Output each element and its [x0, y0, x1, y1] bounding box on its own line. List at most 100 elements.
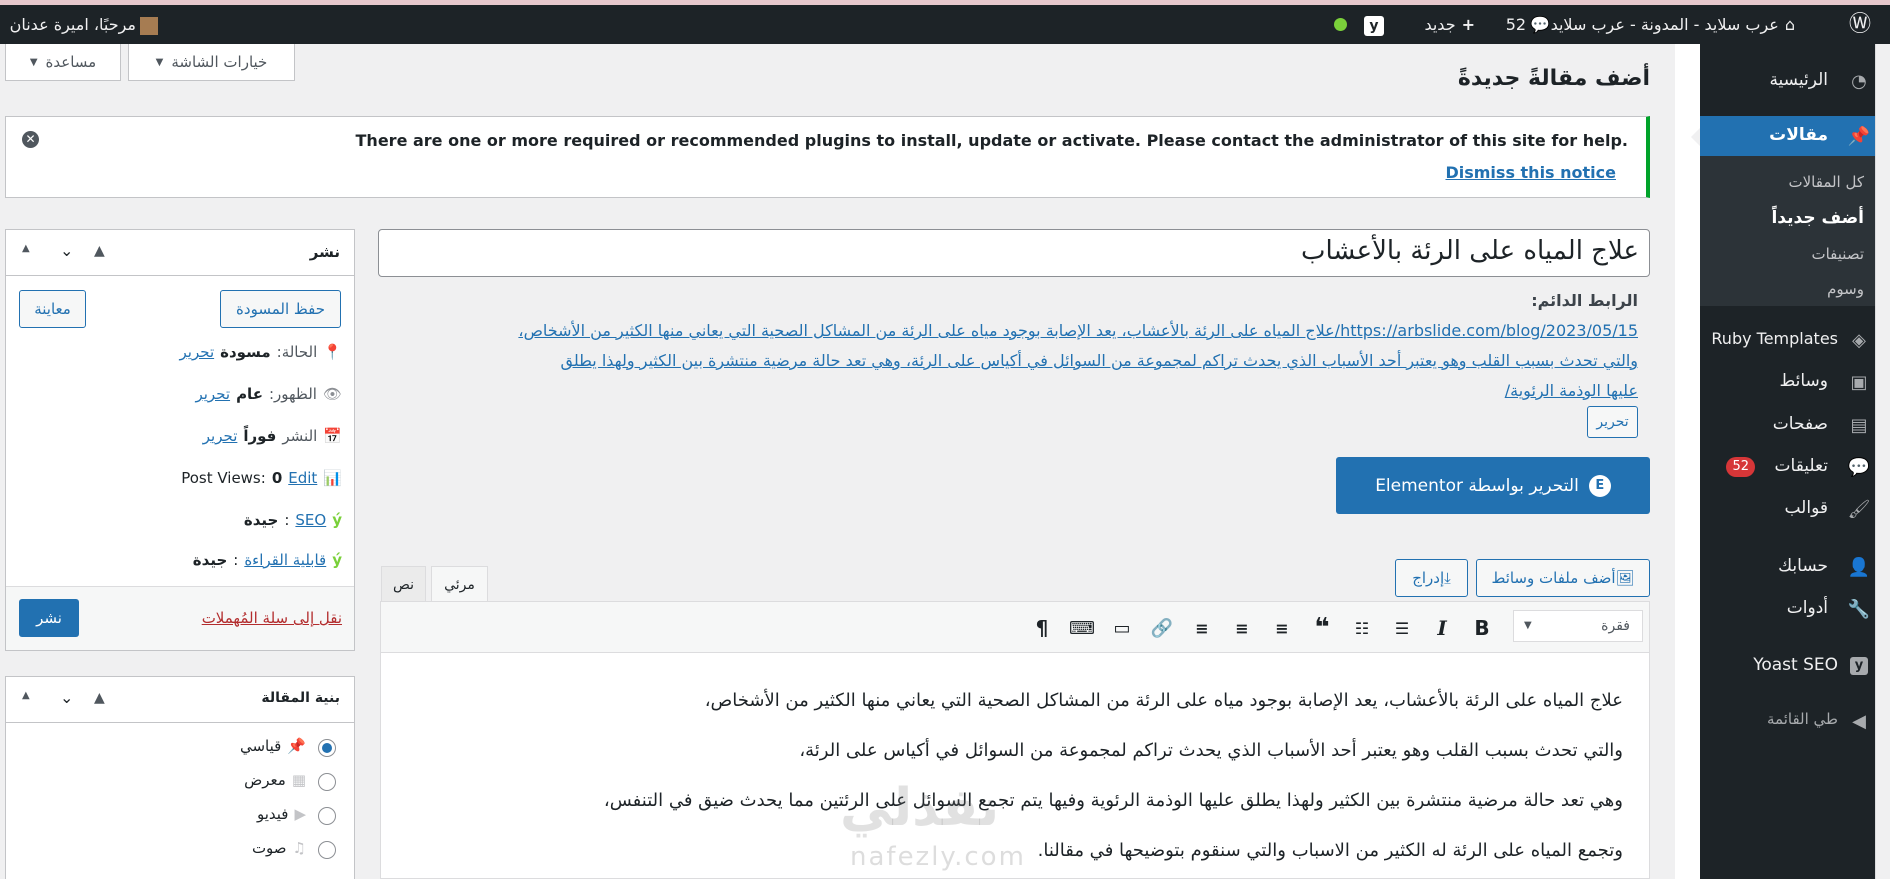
publish-button[interactable]: نشر: [19, 599, 79, 637]
move-up-icon[interactable]: ▲: [94, 690, 105, 706]
new-content-link[interactable]: +جديد: [1405, 5, 1475, 44]
chevron-down-icon[interactable]: ⌄: [60, 241, 73, 260]
tools-icon: 🔧: [1847, 598, 1871, 620]
publish-actions: نقل إلى سلة المُهملات نشر: [6, 586, 354, 650]
help-button[interactable]: مساعدة ▼: [5, 44, 121, 81]
watermark-logo: نفذلي: [840, 778, 1000, 838]
collapse-toggle-icon[interactable]: ▲: [22, 243, 30, 254]
permalink-link-line1[interactable]: https://arbslide.com/blog/2023/05/15/علا…: [518, 321, 1638, 340]
align-left-icon[interactable]: ≡: [1263, 606, 1301, 650]
gallery-icon: ▦: [291, 771, 306, 789]
menu-collapse[interactable]: ◀ طي القائمة: [1700, 701, 1890, 741]
menu-pages[interactable]: ▤ صفحات: [1700, 405, 1890, 445]
italic-icon[interactable]: I: [1423, 606, 1461, 650]
edit-permalink-button[interactable]: تحرير: [1587, 406, 1638, 438]
collapse-toggle-icon[interactable]: ▲: [22, 690, 30, 701]
menu-tools[interactable]: 🔧 أدوات: [1700, 589, 1890, 629]
site-name-link[interactable]: ⌂عرب سلايد - المدونة - عرب سلايد: [1551, 5, 1795, 44]
tab-text[interactable]: نص: [381, 566, 426, 602]
link-icon[interactable]: 🔗: [1143, 606, 1181, 650]
numbered-list-icon[interactable]: ☷: [1343, 606, 1381, 650]
pages-icon: ▤: [1850, 414, 1868, 436]
plus-icon: +: [1461, 15, 1475, 34]
format-video-radio[interactable]: [318, 807, 336, 825]
notice-text: There are one or more required or recomm…: [355, 131, 1628, 150]
pin-marker-icon: 📍: [323, 343, 342, 361]
content-paragraph-3: وهي تعد حالة مرضية منتشرة بين الكثير وله…: [603, 790, 1623, 811]
menu-comments[interactable]: 💬 تعليقات 52: [1700, 447, 1890, 487]
menu-yoast[interactable]: y Yoast SEO: [1700, 646, 1890, 686]
my-account-link[interactable]: مرحبًا، اميرة عدنان: [8, 5, 158, 44]
save-draft-button[interactable]: حفظ المسودة: [220, 290, 341, 328]
seo-status-dot: [1334, 18, 1347, 31]
format-gallery-label: ▦ معرض: [244, 771, 306, 789]
format-select[interactable]: فقرة ▼: [1513, 610, 1643, 642]
menu-appearance[interactable]: 🖌 قوالب: [1700, 489, 1890, 529]
post-views-row: 📊 Post Views: 0 Edit: [181, 469, 342, 487]
submenu-add-new[interactable]: أضف جديداً: [1771, 208, 1864, 228]
elementor-edit-button[interactable]: E التحرير بواسطة Elementor: [1336, 457, 1650, 514]
edit-visibility-link[interactable]: تحرير: [195, 385, 230, 403]
bulleted-list-icon[interactable]: ☰: [1383, 606, 1421, 650]
permalink-link-line2[interactable]: والتي تحدث بسبب القلب وهو يعتبر أحد الأس…: [561, 351, 1638, 370]
preview-button[interactable]: معاينة: [19, 290, 86, 328]
edit-status-link[interactable]: تحرير: [180, 343, 215, 361]
readability-link[interactable]: قابلية القراءة: [244, 551, 326, 569]
user-icon: 👤: [1847, 556, 1871, 578]
screen-options-button[interactable]: خيارات الشاشة ▼: [128, 44, 295, 81]
content-paragraph-1: علاج المياه على الرئة بالأعشاب، يعد الإص…: [704, 690, 1623, 711]
align-center-icon[interactable]: ≡: [1223, 606, 1261, 650]
format-gallery-radio[interactable]: [318, 773, 336, 791]
page-scrollbar[interactable]: [1875, 44, 1890, 879]
comments-link[interactable]: 💬52: [1490, 5, 1550, 44]
submenu-all-posts[interactable]: كل المقالات: [1788, 173, 1864, 191]
read-more-icon[interactable]: ▭: [1103, 606, 1141, 650]
permalink-link-line3[interactable]: عليها الوذمة الرئوية/: [1505, 381, 1638, 400]
pin-format-icon: 📌: [287, 737, 306, 755]
yoast-adminbar-icon[interactable]: y: [1362, 5, 1386, 44]
menu-ruby-templates[interactable]: ◈ Ruby Templates: [1700, 320, 1890, 360]
move-up-icon[interactable]: ▲: [94, 243, 105, 259]
edit-publish-time-link[interactable]: تحرير: [203, 427, 238, 445]
format-audio-label: ♫ صوت: [251, 839, 306, 857]
caret-down-icon: ▼: [29, 56, 38, 68]
paragraph-direction-icon[interactable]: ¶: [1023, 606, 1061, 650]
edit-post-views-link[interactable]: Edit: [288, 469, 317, 487]
publish-box: نشر ▲ ⌄ ▲ حفظ المسودة معاينة 📍 الحالة: م…: [5, 229, 355, 651]
submenu-categories[interactable]: تصنيفات: [1811, 245, 1864, 263]
post-format-box: بنية المقالة ▲ ⌄ ▲ 📌 قياسي ▦ معرض ▶ فيديو ♫…: [5, 676, 355, 879]
insert-button[interactable]: ⤓ إدراج: [1395, 559, 1468, 597]
publish-time-row: 📅 النشر فوراً تحرير: [202, 427, 342, 445]
dismiss-notice-link[interactable]: Dismiss this notice: [1445, 163, 1616, 182]
tab-visual[interactable]: مرئي: [431, 566, 488, 602]
keyboard-icon[interactable]: ⌨: [1063, 606, 1101, 650]
media-icon: ▣: [1850, 371, 1868, 393]
align-right-icon[interactable]: ≡: [1183, 606, 1221, 650]
media-add-icon: 🖼: [1615, 569, 1635, 587]
submenu-tags[interactable]: وسوم: [1827, 280, 1864, 298]
move-to-trash-link[interactable]: نقل إلى سلة المُهملات: [202, 609, 342, 627]
format-audio-radio[interactable]: [318, 841, 336, 859]
seo-row: ý SEO: جيدة: [243, 511, 342, 529]
avatar: [140, 16, 158, 35]
comments-icon: 💬: [1847, 456, 1871, 478]
yoast-readability-icon: ý: [332, 551, 342, 569]
post-title-input[interactable]: علاج المياه على الرئة بالأعشاب: [378, 229, 1650, 277]
menu-profile[interactable]: 👤 حسابك: [1700, 547, 1890, 587]
chevron-down-icon[interactable]: ⌄: [60, 688, 73, 707]
wordpress-logo-icon[interactable]: Ⓦ: [1840, 5, 1880, 44]
format-standard-radio[interactable]: [318, 739, 336, 757]
blockquote-icon[interactable]: ❝: [1303, 606, 1341, 650]
dismiss-notice-icon[interactable]: ✕: [22, 131, 39, 148]
content-paragraph-4: وتجمع المياه على الرئة له الكثير من الاس…: [1037, 840, 1623, 861]
bold-icon[interactable]: B: [1463, 606, 1501, 650]
insert-icon: ⤓: [1444, 569, 1451, 587]
add-media-button[interactable]: 🖼 أضف ملفات وسائط: [1476, 559, 1650, 597]
menu-posts[interactable]: 📌 مقالات: [1700, 116, 1890, 156]
appearance-icon: 🖌: [1847, 498, 1871, 520]
seo-link[interactable]: SEO: [295, 511, 326, 529]
menu-dashboard[interactable]: ◔ الرئيسية: [1700, 61, 1890, 101]
admin-bar: Ⓦ ⌂عرب سلايد - المدونة - عرب سلايد 💬52 +…: [0, 0, 1890, 44]
caret-down-icon: ▼: [1524, 620, 1532, 631]
menu-media[interactable]: ▣ وسائط: [1700, 362, 1890, 402]
